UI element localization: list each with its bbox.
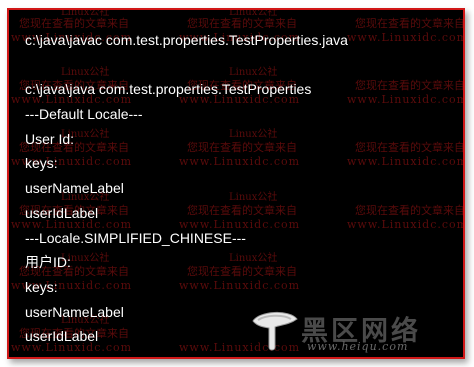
watermark-cn-text: 您现在查看的文章来自 (355, 17, 465, 30)
console-line: c:\java\javac com.test.properties.TestPr… (25, 32, 348, 48)
console-output: c:\java\javac com.test.properties.TestPr… (25, 28, 348, 349)
console-line: 用户ID: (25, 254, 71, 271)
console-line: User Id: (25, 130, 75, 147)
console-line: keys: (25, 155, 58, 172)
watermark-site-text: www.Linuxidc.com (347, 155, 465, 168)
watermark-cn-text: 您现在查看的文章来自 (355, 141, 465, 154)
watermark-cn-text: 您现在查看的文章来自 (355, 79, 465, 92)
console-line: userNameLabel (25, 180, 124, 197)
console-line: c:\java\java com.test.properties.TestPro… (25, 81, 312, 98)
site-logo: 黑区网络 www.heiqu.com (249, 307, 459, 353)
watermark-site-text: www.Linuxidc.com (347, 93, 465, 106)
console-line: ---Locale.SIMPLIFIED_CHINESE--- (25, 229, 246, 246)
watermark-linux-text: Linux公社 (229, 8, 278, 18)
console-line: userIdLabel (25, 204, 99, 221)
logo-url: www.heiqu.com (307, 340, 409, 353)
console-line: keys: (25, 278, 58, 295)
watermark-cn-text: 您现在查看的文章来自 (355, 204, 465, 217)
logo-mark-icon (252, 312, 298, 351)
watermark-site-text: www.Linuxidc.com (347, 31, 465, 44)
console-line: ---Default Locale--- (25, 106, 143, 123)
watermark-site-text: www.Linuxidc.com (347, 218, 465, 231)
console-window: Linux公社 Linux公社 Linux公社 Linux公社 Linux公社 … (7, 8, 465, 359)
watermark-linux-text: Linux公社 (61, 8, 110, 18)
